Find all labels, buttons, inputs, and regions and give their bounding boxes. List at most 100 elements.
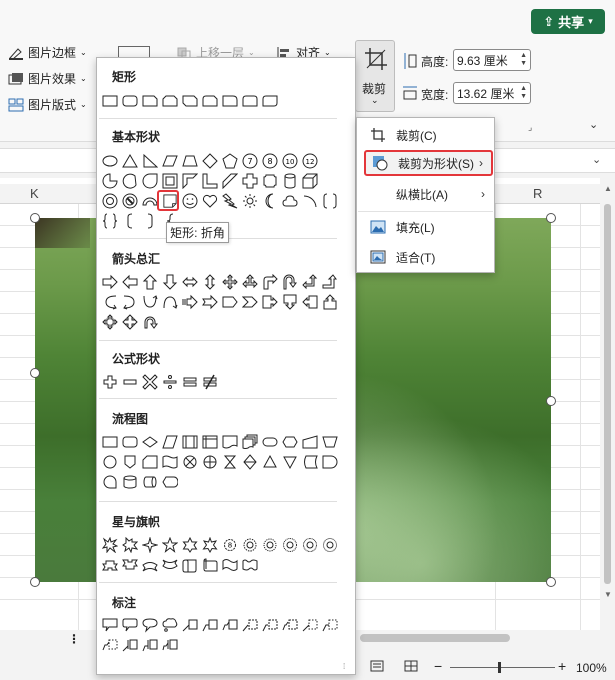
line-callout-1-shape-icon[interactable] (181, 616, 198, 633)
double-brace-shape-icon[interactable] (101, 212, 118, 229)
sun-shape-icon[interactable] (241, 192, 258, 209)
resize-handle[interactable] (30, 577, 40, 587)
width-spinner[interactable]: ▲ ▼ (520, 85, 530, 101)
lightning-bolt-shape-icon[interactable] (221, 192, 238, 209)
flowchart-magnetic-disk-shape-icon[interactable] (121, 473, 138, 490)
cloud-callout-shape-icon[interactable] (161, 616, 178, 633)
flowchart-delay-shape-icon[interactable] (321, 453, 338, 470)
star-12-point-shape-icon[interactable] (261, 536, 278, 553)
expand-formula-icon[interactable]: ⌄ (592, 153, 601, 166)
trapezoid-shape-icon[interactable] (181, 152, 198, 169)
pie-shape-icon[interactable] (101, 172, 118, 189)
vertical-scroll-shape-icon[interactable] (181, 556, 198, 573)
rectangle-shape-icon[interactable] (101, 92, 118, 109)
zoom-level[interactable]: 100% (576, 661, 607, 675)
curved-left-arrow-shape-icon[interactable] (121, 293, 138, 310)
flowchart-summing-junction-shape-icon[interactable] (181, 453, 198, 470)
picture-layout-button[interactable]: 图片版式 ⌄ (8, 96, 87, 113)
picture-effects-button[interactable]: 图片效果 ⌄ (8, 70, 87, 87)
flowchart-extract-shape-icon[interactable] (261, 453, 278, 470)
flowchart-collate-shape-icon[interactable] (221, 453, 238, 470)
bent-arrow-shape-icon[interactable] (261, 273, 278, 290)
resize-handle[interactable] (546, 577, 556, 587)
line-callout-bordered-accent-2-shape-icon[interactable] (161, 636, 178, 653)
star-16-point-shape-icon[interactable] (281, 536, 298, 553)
right-triangle-shape-icon[interactable] (141, 152, 158, 169)
line-callout-3-shape-icon[interactable] (221, 616, 238, 633)
line-callout-1-no-border-shape-icon[interactable] (301, 616, 318, 633)
page-layout-view-icon[interactable] (370, 660, 384, 675)
snip-diagonal-rectangle-shape-icon[interactable] (181, 92, 198, 109)
ribbon-up-shape-icon[interactable] (101, 556, 118, 573)
menu-item-crop[interactable]: 裁剪(C) (358, 122, 493, 148)
flowchart-multidocument-shape-icon[interactable] (241, 433, 258, 450)
round-single-corner-rectangle-shape-icon[interactable] (221, 92, 238, 109)
smiley-face-shape-icon[interactable] (181, 192, 198, 209)
parallelogram-shape-icon[interactable] (161, 152, 178, 169)
snip-corner-rectangle-shape-icon[interactable] (141, 92, 158, 109)
col-header-r[interactable]: R (533, 186, 542, 201)
star-10-point-shape-icon[interactable] (241, 536, 258, 553)
down-arrow-callout-shape-icon[interactable] (281, 293, 298, 310)
half-frame-shape-icon[interactable] (181, 172, 198, 189)
oval-callout-shape-icon[interactable] (141, 616, 158, 633)
resize-handle[interactable] (546, 213, 556, 223)
oval-shape-icon[interactable] (101, 152, 118, 169)
left-right-arrow-callout-shape-icon[interactable] (121, 313, 138, 330)
flowchart-merge-shape-icon[interactable] (281, 453, 298, 470)
notched-right-arrow-shape-icon[interactable] (201, 293, 218, 310)
double-wave-shape-icon[interactable] (241, 556, 258, 573)
star-6-point-shape-icon[interactable] (181, 536, 198, 553)
horizontal-scroll-shape-icon[interactable] (201, 556, 218, 573)
resize-handle[interactable] (30, 368, 40, 378)
quad-arrow-callout-shape-icon[interactable] (101, 313, 118, 330)
crop-button[interactable]: 裁剪 ⌄ (355, 40, 395, 112)
star-4-point-shape-icon[interactable] (141, 536, 158, 553)
left-right-up-arrow-shape-icon[interactable] (241, 273, 258, 290)
share-button[interactable]: ⇪ 共享 ▾ (531, 9, 605, 34)
resize-grip-icon[interactable]: ⁞ (343, 662, 345, 671)
menu-item-crop-to-shape[interactable]: 裁剪为形状(S) › (364, 150, 493, 176)
plaque-shape-icon[interactable] (261, 172, 278, 189)
block-arc-shape-icon[interactable] (141, 192, 158, 209)
flowchart-card-shape-icon[interactable] (141, 453, 158, 470)
diagonal-stripe-shape-icon[interactable] (221, 172, 238, 189)
down-arrow-shape-icon[interactable] (161, 273, 178, 290)
round-same-side-rectangle-shape-icon[interactable] (241, 92, 258, 109)
rounded-rectangular-callout-shape-icon[interactable] (121, 616, 138, 633)
striped-right-arrow-shape-icon[interactable] (181, 293, 198, 310)
zoom-slider[interactable] (450, 667, 555, 668)
dialog-launcher-icon[interactable]: ⌟ (528, 122, 532, 133)
diamond-shape-icon[interactable] (201, 152, 218, 169)
line-callout-bordered-accent-shape-icon[interactable] (141, 636, 158, 653)
divide-shape-icon[interactable] (161, 373, 178, 390)
picture-border-button[interactable]: 图片边框 ⌄ (8, 44, 87, 61)
resize-handle[interactable] (30, 213, 40, 223)
flowchart-internal-storage-shape-icon[interactable] (201, 433, 218, 450)
line-callout-3-no-border-shape-icon[interactable] (101, 636, 118, 653)
curved-ribbon-up-shape-icon[interactable] (141, 556, 158, 573)
horizontal-scroll-thumb[interactable] (360, 634, 510, 642)
teardrop-shape-icon[interactable] (141, 172, 158, 189)
decagon-shape-icon[interactable]: 10 (281, 152, 298, 169)
heptagon-shape-icon[interactable]: 7 (241, 152, 258, 169)
menu-item-aspect-ratio[interactable]: 纵横比(A) › (358, 181, 493, 207)
no-symbol-shape-icon[interactable] (121, 192, 138, 209)
rounded-rectangle-shape-icon[interactable] (121, 92, 138, 109)
menu-item-fit[interactable]: 适合(T) (358, 244, 493, 270)
dodecagon-shape-icon[interactable]: 12 (301, 152, 318, 169)
frame-shape-icon[interactable] (161, 172, 178, 189)
right-arrow-shape-icon[interactable] (101, 273, 118, 290)
star-32-point-shape-icon[interactable] (321, 536, 338, 553)
flowchart-process-shape-icon[interactable] (101, 433, 118, 450)
minus-shape-icon[interactable] (121, 373, 138, 390)
zoom-out-icon[interactable]: − (434, 658, 442, 674)
rectangular-callout-shape-icon[interactable] (101, 616, 118, 633)
l-shape-icon[interactable] (201, 172, 218, 189)
can-shape-icon[interactable] (281, 172, 298, 189)
curved-right-arrow-shape-icon[interactable] (101, 293, 118, 310)
curved-down-arrow-shape-icon[interactable] (161, 293, 178, 310)
flowchart-alternate-process-shape-icon[interactable] (121, 433, 138, 450)
menu-item-fill[interactable]: 填充(L) (358, 214, 493, 240)
page-break-view-icon[interactable] (404, 660, 418, 675)
